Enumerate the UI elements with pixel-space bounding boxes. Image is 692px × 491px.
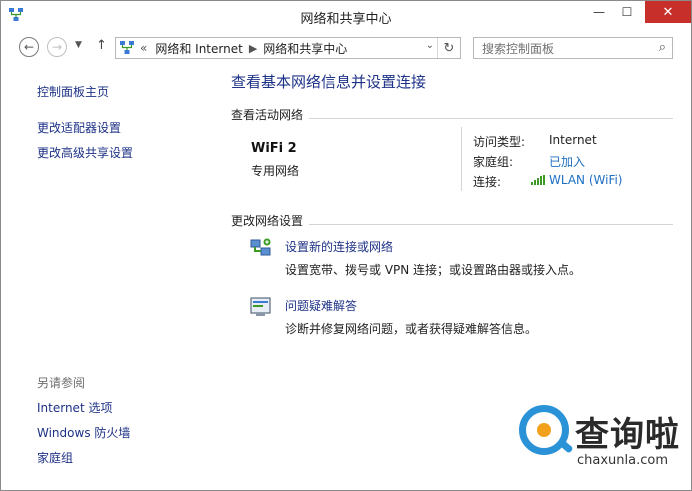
divider	[309, 118, 673, 119]
sidebar: 控制面板主页 更改适配器设置 更改高级共享设置 另请参阅 Internet 选项…	[37, 1, 217, 490]
divider	[309, 224, 673, 225]
active-networks-label: 查看活动网络	[231, 108, 304, 122]
sidebar-change-adapter-settings[interactable]: 更改适配器设置	[37, 119, 121, 136]
access-type-value: Internet	[549, 133, 597, 147]
sidebar-internet-options[interactable]: Internet 选项	[37, 399, 112, 416]
change-settings-label: 更改网络设置	[231, 214, 304, 228]
watermark-text: 查询啦	[575, 415, 680, 455]
page-title: 查看基本网络信息并设置连接	[231, 73, 427, 91]
sidebar-change-advanced-sharing[interactable]: 更改高级共享设置	[37, 144, 133, 161]
homegroup-link[interactable]: 已加入	[549, 153, 585, 170]
access-type-label: 访问类型:	[473, 135, 526, 149]
vertical-divider	[461, 127, 462, 191]
see-also-heading: 另请参阅	[37, 376, 86, 390]
network-name: WiFi 2	[251, 141, 297, 156]
setup-new-connection-desc: 设置宽带、拨号或 VPN 连接；或设置路由器或接入点。	[285, 263, 582, 277]
new-connection-icon	[250, 238, 271, 256]
watermark-url: chaxunla.com	[577, 453, 668, 468]
sidebar-homegroup[interactable]: 家庭组	[37, 449, 73, 466]
troubleshoot-icon	[250, 297, 271, 316]
sidebar-windows-firewall[interactable]: Windows 防火墙	[37, 424, 130, 441]
magnifier-handle	[558, 439, 574, 454]
connection-name[interactable]: WLAN (WiFi)	[549, 173, 623, 187]
connection-link[interactable]: WLAN (WiFi)	[531, 173, 623, 187]
sidebar-control-panel-home[interactable]: 控制面板主页	[37, 83, 109, 100]
setup-new-connection-link[interactable]: 设置新的连接或网络	[285, 238, 393, 255]
troubleshoot-link[interactable]: 问题疑难解答	[285, 297, 357, 314]
network-sharing-center-window: 网络和共享中心 — ☐ ✕ ← → ▼ ↑ « 网络和 Internet ▶ 网…	[0, 0, 692, 491]
connection-label: 连接:	[473, 175, 502, 189]
troubleshoot-desc: 诊断并修复网络问题，或者获得疑难解答信息。	[285, 322, 538, 336]
back-button[interactable]: ←	[19, 37, 39, 57]
chaxunla-watermark-logo: 查询啦 chaxunla.com	[517, 403, 687, 473]
wifi-signal-icon	[531, 175, 545, 185]
homegroup-label: 家庭组:	[473, 155, 514, 169]
network-type: 专用网络	[251, 164, 300, 178]
